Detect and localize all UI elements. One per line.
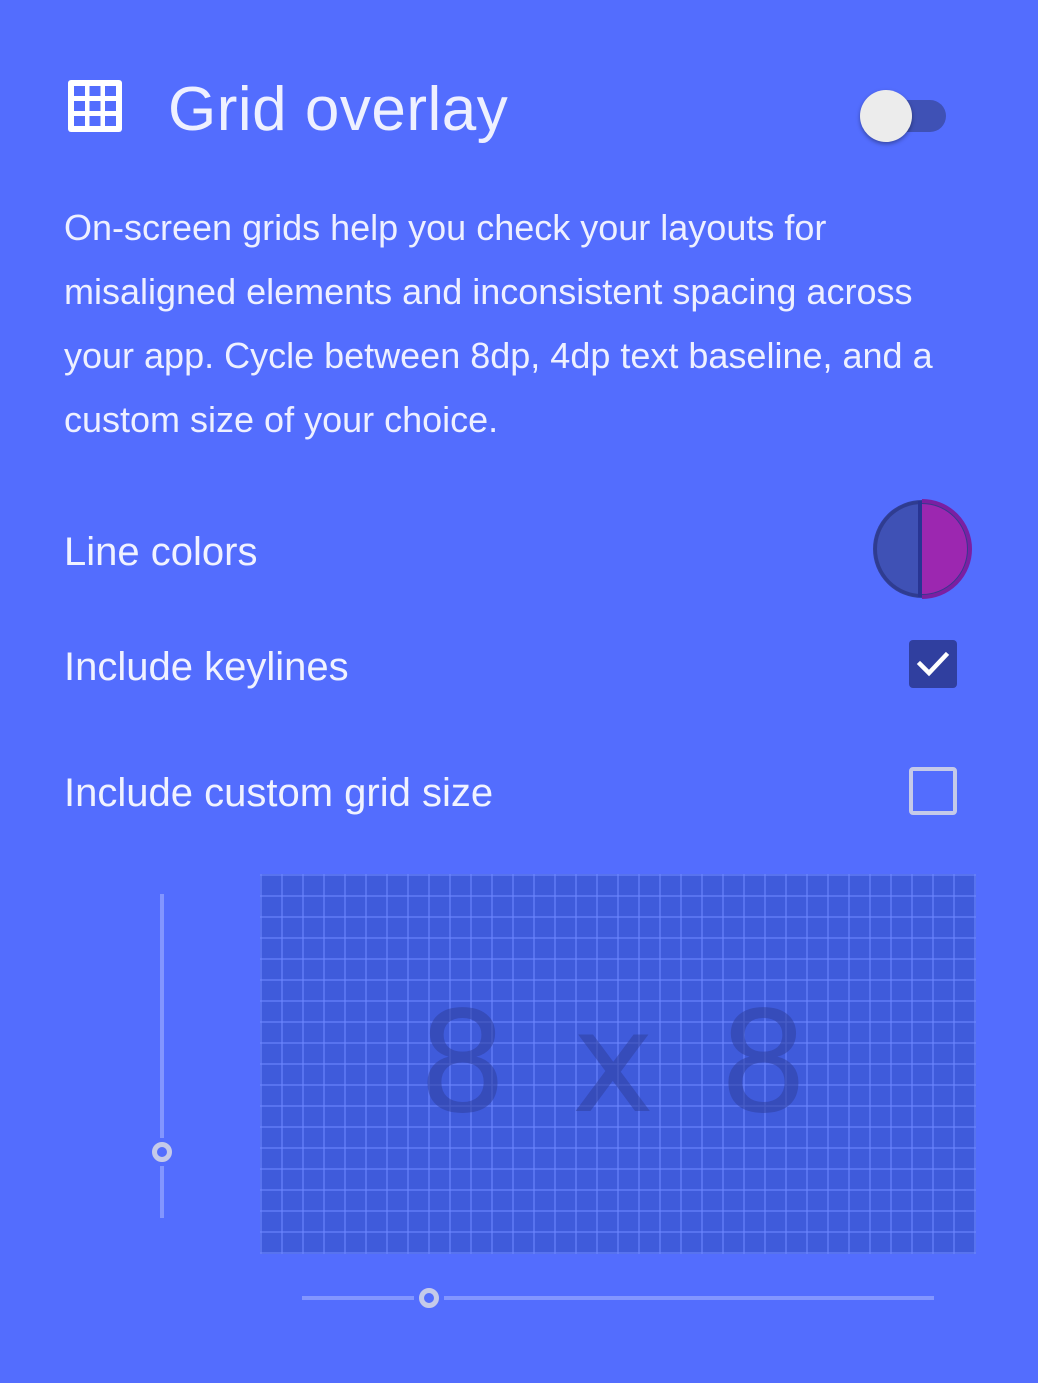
include-keylines-label: Include keylines [64,645,349,689]
line-colors-swatch-button[interactable] [872,499,972,599]
grid-size-label: 8 x 8 [418,982,818,1145]
grid-overlay-toggle[interactable] [860,90,948,142]
grid-width-slider[interactable] [302,1280,934,1316]
grid-preview: 8 x 8 [260,874,976,1254]
grid-height-slider[interactable] [142,894,182,1218]
toggle-thumb[interactable] [860,90,912,142]
grid-overlay-card: Grid overlay On-screen grids help you ch… [0,0,1038,1383]
grid-icon [68,80,122,132]
page-title: Grid overlay [168,75,509,144]
include-keylines-checkbox[interactable] [909,640,957,688]
include-custom-grid-size-checkbox[interactable] [909,767,957,815]
slider-knob[interactable] [152,1142,172,1162]
slider-knob[interactable] [419,1288,439,1308]
checkmark-icon [916,651,950,677]
slider-rail [302,1296,934,1300]
line-colors-label: Line colors [64,530,258,574]
slider-rail [160,894,164,1218]
include-custom-grid-size-label: Include custom grid size [64,771,494,815]
description-text: On-screen grids help you check your layo… [64,207,933,440]
